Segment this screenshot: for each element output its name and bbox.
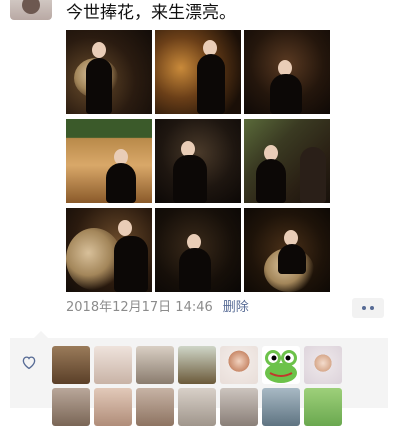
- photo-thumbnail[interactable]: [66, 30, 152, 114]
- photo-thumbnail[interactable]: [155, 30, 241, 114]
- liker-avatar[interactable]: [52, 346, 90, 384]
- heart-outline-icon: [22, 356, 36, 370]
- more-options-button[interactable]: [352, 298, 384, 318]
- post-timestamp: 2018年12月17日 14:46: [66, 300, 213, 315]
- more-dots-icon: [362, 306, 366, 310]
- photo-thumbnail[interactable]: [66, 208, 152, 292]
- photo-thumbnail[interactable]: [244, 30, 330, 114]
- liker-avatar[interactable]: [94, 388, 132, 426]
- liker-avatar[interactable]: [52, 388, 90, 426]
- liker-avatar[interactable]: [94, 346, 132, 384]
- photo-thumbnail[interactable]: [66, 119, 152, 203]
- liker-avatar[interactable]: [262, 388, 300, 426]
- liker-avatar[interactable]: [304, 388, 342, 426]
- liker-avatar[interactable]: [304, 346, 342, 384]
- liker-avatar[interactable]: [220, 346, 258, 384]
- frog-avatar-icon: [265, 350, 297, 383]
- photo-thumbnail[interactable]: [155, 119, 241, 203]
- post-caption: 今世捧花，来生漂亮。: [66, 3, 236, 23]
- photo-thumbnail[interactable]: [155, 208, 241, 292]
- photo-thumbnail[interactable]: [244, 208, 330, 292]
- poster-avatar[interactable]: [10, 0, 52, 20]
- likes-panel: [10, 331, 388, 426]
- liker-avatar[interactable]: [220, 388, 258, 426]
- liker-avatar[interactable]: [136, 388, 174, 426]
- liker-avatar[interactable]: [178, 346, 216, 384]
- liker-avatar[interactable]: [178, 388, 216, 426]
- liker-avatar[interactable]: [262, 346, 300, 384]
- photo-grid: [66, 30, 330, 294]
- more-dots-icon: [370, 306, 374, 310]
- photo-thumbnail[interactable]: [244, 119, 330, 203]
- delete-link[interactable]: 删除: [223, 300, 249, 315]
- liker-avatar[interactable]: [136, 346, 174, 384]
- post-meta: 2018年12月17日 14:46 删除: [66, 299, 249, 317]
